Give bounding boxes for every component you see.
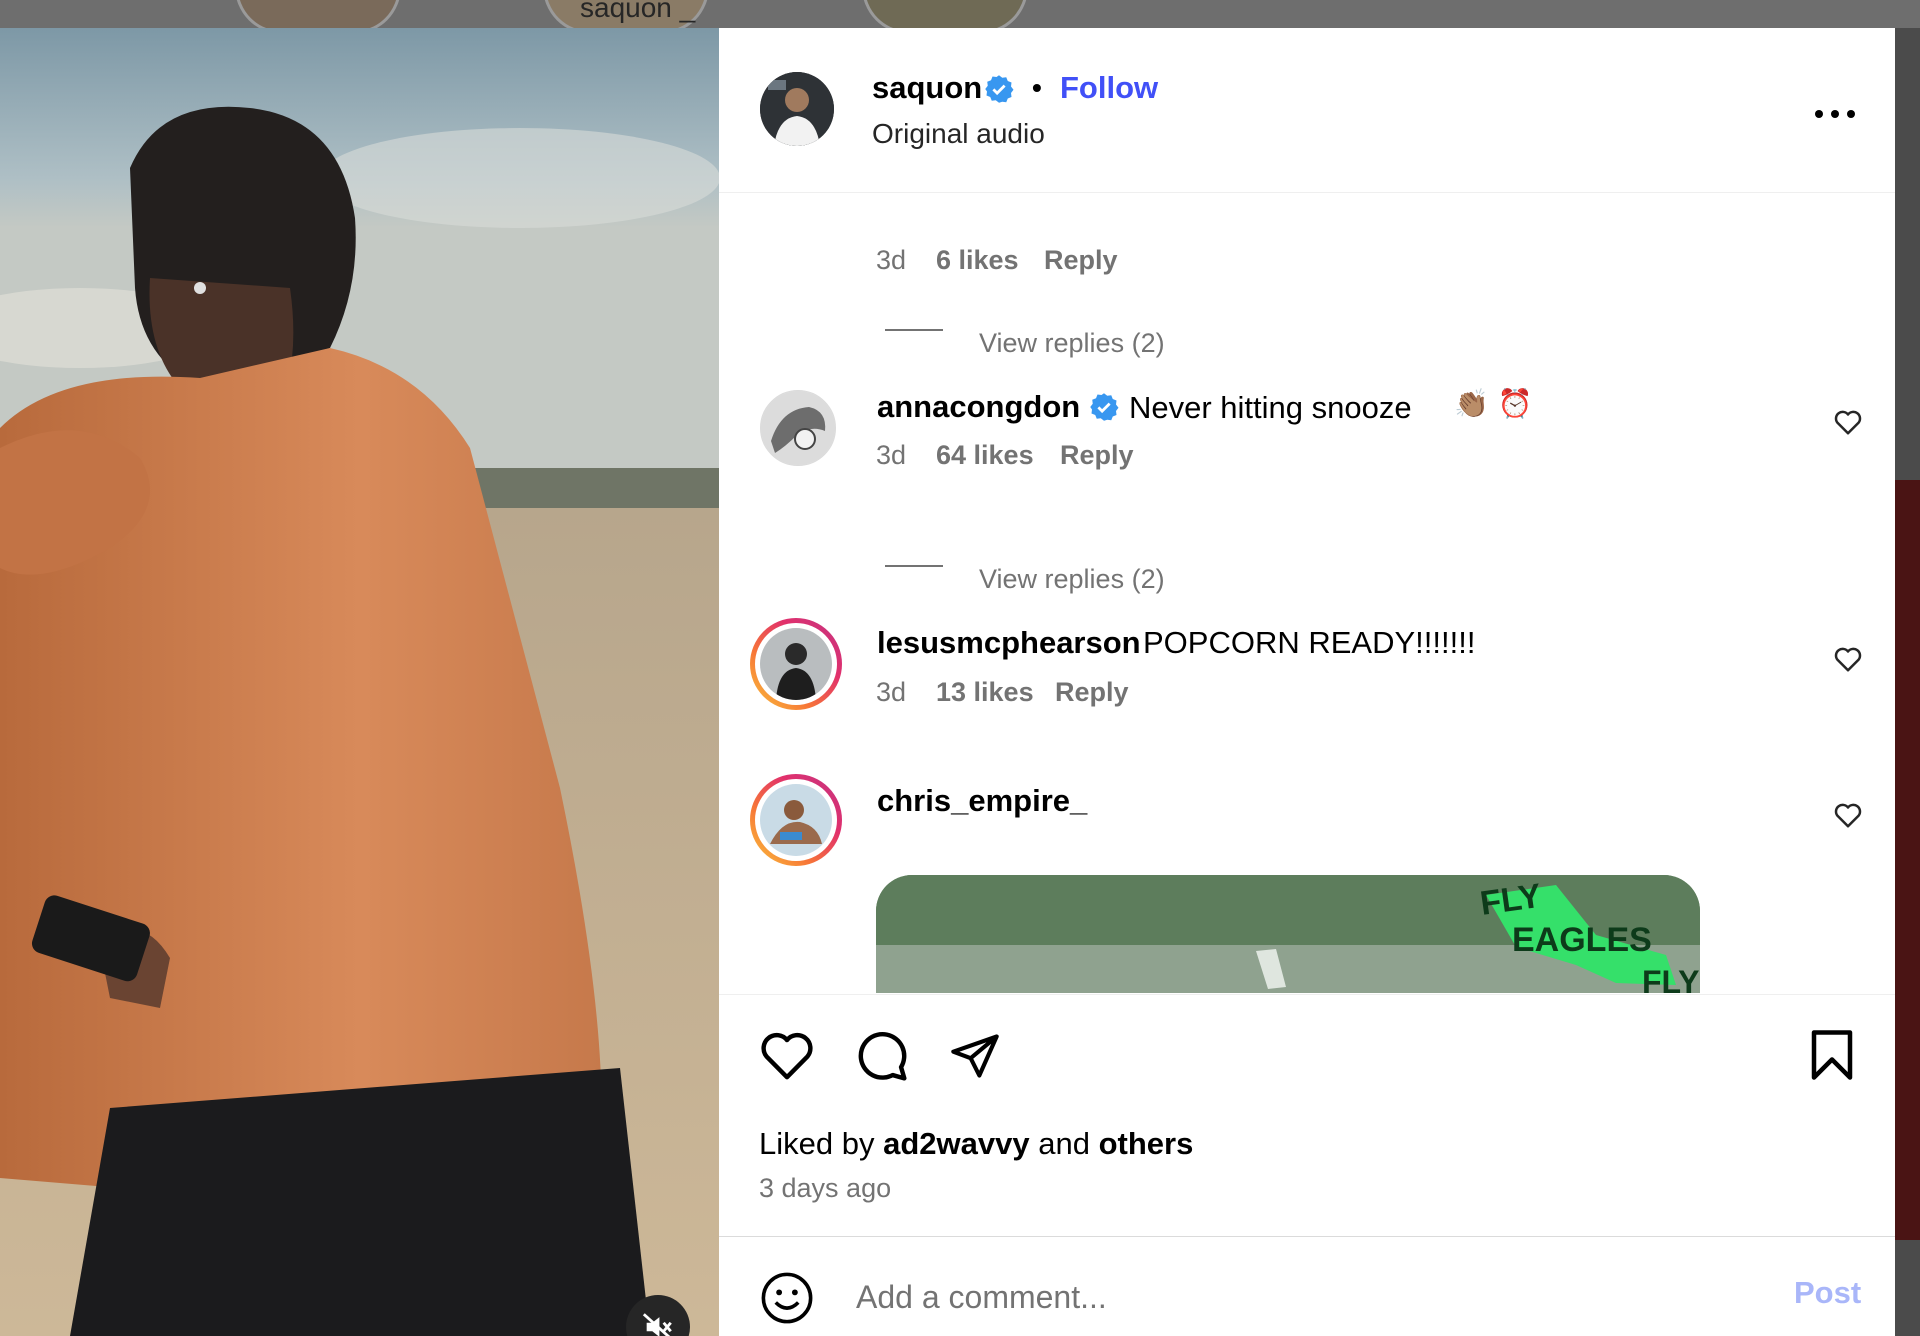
comment-emoji: 👏🏽 ⏰ [1454, 387, 1533, 420]
replies-divider [885, 565, 943, 567]
commenter-username[interactable]: annacongdon [877, 389, 1080, 425]
audio-label[interactable]: Original audio [872, 118, 1045, 150]
speaker-muted-icon [642, 1313, 672, 1336]
comment-time: 3d [876, 677, 907, 707]
background-story-strip: saquon _ [0, 0, 1920, 34]
fly-eagles-fly-gif: FLY EAGLES FLY [876, 875, 1700, 993]
like-comment-heart-icon[interactable] [1833, 408, 1863, 436]
verified-badge-icon [1090, 393, 1119, 421]
like-comment-heart-icon[interactable] [1833, 801, 1863, 829]
story-ring[interactable] [750, 774, 842, 866]
background-next-post-art [1895, 480, 1920, 1240]
share-send-icon[interactable] [948, 1030, 1002, 1082]
replies-divider [885, 329, 943, 331]
separator-dot: • [1032, 72, 1042, 103]
verified-badge-icon [985, 75, 1014, 103]
commenter-avatar[interactable] [760, 390, 836, 466]
comment-time: 3d [876, 245, 907, 275]
more-options-icon[interactable] [1811, 100, 1859, 128]
reply-button[interactable]: Reply [1055, 677, 1129, 708]
comments-list[interactable]: 3d 6 likes Reply View replies (2) annaco… [719, 193, 1895, 993]
story-ring[interactable] [750, 618, 842, 710]
view-replies-button[interactable]: View replies (2) [979, 328, 1165, 359]
post-detail-panel: saquon • Follow Original audio 3d 6 like… [719, 28, 1895, 1336]
like-heart-icon[interactable] [759, 1029, 815, 1081]
liked-by-and: and [1038, 1126, 1090, 1161]
comment-likes[interactable]: 13 likes [936, 677, 1034, 708]
gif-text-eagles: EAGLES [1512, 921, 1652, 959]
commenter-avatar [760, 628, 832, 700]
save-bookmark-icon[interactable] [1808, 1028, 1856, 1082]
liked-by-user[interactable]: ad2wavvy [883, 1126, 1030, 1161]
liked-by-summary: Liked by ad2wavvy and others [759, 1126, 1193, 1162]
view-replies-button[interactable]: View replies (2) [979, 564, 1165, 595]
commenter-avatar-image [761, 391, 835, 465]
liked-by-others[interactable]: others [1099, 1126, 1194, 1161]
comment-box-divider [719, 1236, 1895, 1237]
comment-gif[interactable]: FLY EAGLES FLY [876, 875, 1700, 993]
commenter-username[interactable]: chris_empire_ [877, 783, 1087, 819]
post-header: saquon • Follow Original audio [719, 28, 1895, 193]
liked-by-prefix: Liked by [759, 1126, 875, 1161]
comment-text: Never hitting snooze [1129, 390, 1412, 425]
commenter-avatar-image [760, 628, 832, 700]
author-avatar[interactable] [760, 72, 834, 146]
post-comment-button[interactable]: Post [1794, 1275, 1861, 1311]
comment-likes[interactable]: 64 likes [936, 440, 1034, 471]
commenter-avatar-image [760, 784, 832, 856]
follow-button[interactable]: Follow [1060, 70, 1158, 106]
comment-bubble-icon[interactable] [853, 1027, 909, 1083]
comment-text: POPCORN READY!!!!!!! [1143, 625, 1476, 660]
author-username[interactable]: saquon [872, 70, 982, 106]
gif-text-fly-2: FLY [1642, 964, 1700, 993]
commenter-avatar [760, 784, 832, 856]
reply-button[interactable]: Reply [1060, 440, 1134, 471]
post-timestamp[interactable]: 3 days ago [759, 1173, 891, 1204]
emoji-picker-icon[interactable] [760, 1271, 814, 1325]
video-frame [0, 28, 719, 1336]
actions-divider [719, 994, 1895, 995]
commenter-username[interactable]: lesusmcphearson [877, 625, 1141, 661]
like-comment-heart-icon[interactable] [1833, 645, 1863, 673]
comment-likes[interactable]: 6 likes [936, 245, 1019, 276]
background-username: saquon _ [580, 0, 696, 23]
comment-time: 3d [876, 440, 907, 470]
reel-video[interactable] [0, 28, 719, 1336]
reply-button[interactable]: Reply [1044, 245, 1118, 276]
add-comment-input[interactable] [854, 1266, 1708, 1328]
author-avatar-image [760, 72, 834, 146]
